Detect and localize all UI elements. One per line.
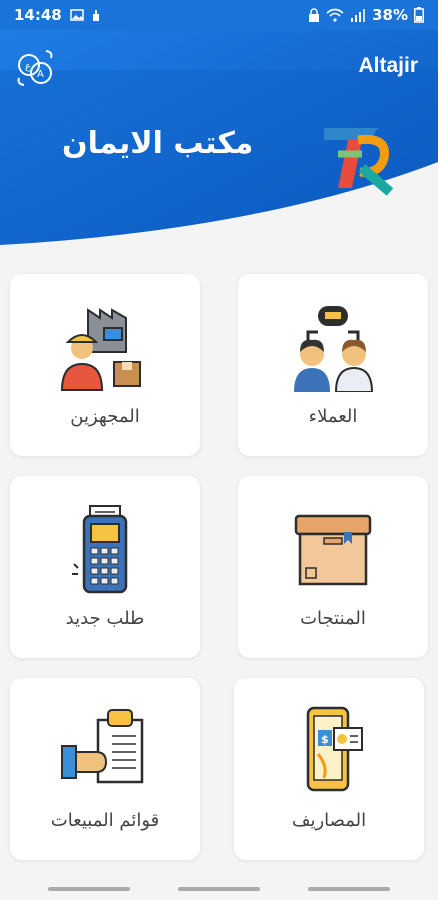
signal-icon xyxy=(351,9,366,22)
language-switch-button[interactable]: ع A xyxy=(14,48,56,88)
card-sales-lists-label: قوائم المبيعات xyxy=(50,810,160,831)
svg-text:$: $ xyxy=(321,733,329,746)
translate-icon: ع A xyxy=(17,50,53,86)
nav-back-handle[interactable] xyxy=(48,887,130,891)
svg-text:ع: ع xyxy=(25,61,31,72)
card-customers[interactable]: العملاء xyxy=(238,274,428,456)
system-nav-bar xyxy=(0,878,438,900)
status-notification-icons xyxy=(70,8,102,22)
products-box-icon xyxy=(294,514,372,586)
nav-home-handle[interactable] xyxy=(178,887,260,891)
suppliers-icon xyxy=(60,308,141,391)
wifi-icon xyxy=(326,8,344,22)
customers-icon xyxy=(294,306,374,392)
card-customers-label: العملاء xyxy=(308,406,358,427)
card-suppliers-label: المجهزين xyxy=(70,406,140,427)
status-time: 14:48 xyxy=(14,6,62,24)
card-suppliers[interactable]: المجهزين xyxy=(10,274,200,456)
app-logo xyxy=(318,118,398,198)
nav-recents-handle[interactable] xyxy=(308,887,390,891)
card-products[interactable]: المنتجات xyxy=(238,476,428,658)
card-new-order-label: طلب جديد xyxy=(65,608,145,629)
battery-icon xyxy=(414,7,424,23)
header: ع A Altajir مكتب الايمان xyxy=(0,30,438,245)
card-sales-lists[interactable]: قوائم المبيعات xyxy=(10,678,200,860)
shop-title: مكتب الايمان xyxy=(62,126,254,161)
svg-text:A: A xyxy=(37,69,44,80)
expenses-phone-icon: $ xyxy=(306,706,363,792)
status-right: 38% xyxy=(308,6,424,24)
card-expenses[interactable]: $ المصاريف xyxy=(234,678,424,860)
card-new-order[interactable]: طلب جديد xyxy=(10,476,200,658)
sales-list-clipboard-icon xyxy=(61,709,144,784)
card-products-label: المنتجات xyxy=(300,608,366,629)
battery-percent: 38% xyxy=(372,6,408,24)
card-expenses-label: المصاريف xyxy=(291,810,367,831)
hand-icon xyxy=(92,10,99,21)
image-icon xyxy=(70,9,84,21)
app-name: Altajir xyxy=(358,54,418,77)
status-bar: 14:48 38% xyxy=(0,0,438,30)
lock-icon xyxy=(309,8,320,22)
pos-terminal-icon xyxy=(72,505,128,594)
